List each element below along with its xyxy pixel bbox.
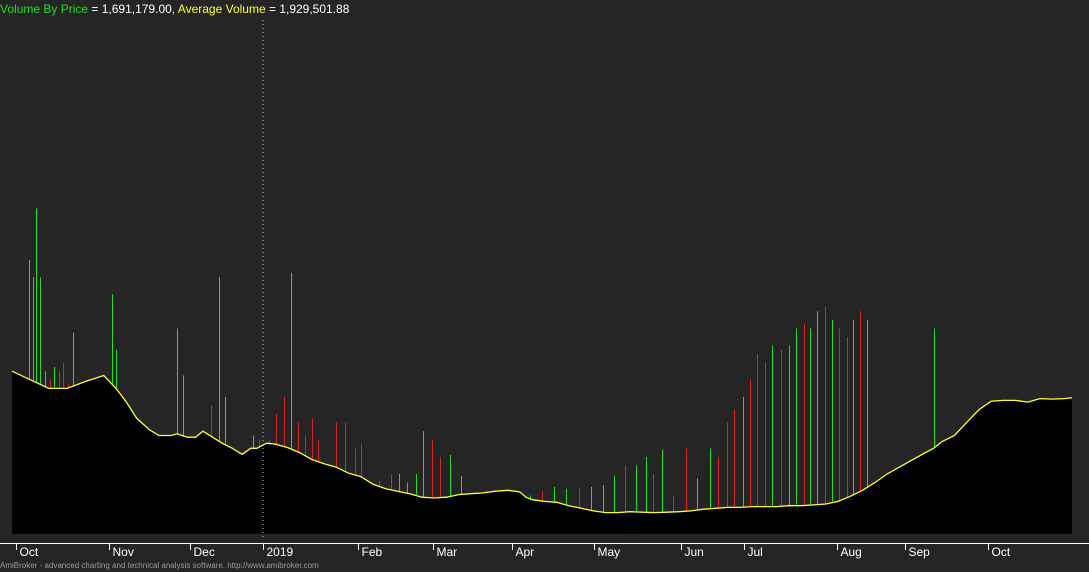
x-tick-label: 2019 bbox=[267, 545, 294, 559]
x-tick-label: Aug bbox=[841, 545, 862, 559]
x-tick-label: Mar bbox=[437, 545, 458, 559]
avg-legend-label: Average Volume bbox=[177, 2, 266, 16]
indicator-legend: Volume By Price = 1,691,179.00, Average … bbox=[0, 2, 349, 16]
x-tick-label: Nov bbox=[113, 545, 134, 559]
x-tick-label: Oct bbox=[20, 545, 39, 559]
x-tick-label: Jun bbox=[685, 545, 704, 559]
avg-legend-value: = 1,929,501.88 bbox=[265, 2, 350, 16]
footer-credit: AmiBroker - advanced charting and techni… bbox=[0, 561, 319, 570]
vbp-legend-label: Volume By Price bbox=[0, 2, 89, 16]
x-tick-label: May bbox=[598, 545, 621, 559]
volume-chart: Oct Nov Dec 2019 Feb Mar Apr May Jun Jul Aug Sep Oct bbox=[0, 20, 1089, 559]
x-tick-label: Apr bbox=[516, 545, 535, 559]
average-volume-area bbox=[12, 371, 1072, 534]
x-tick-label: Oct bbox=[992, 545, 1011, 559]
x-tick-label: Dec bbox=[194, 545, 215, 559]
x-tick-label: Jul bbox=[748, 545, 763, 559]
x-tick-label: Feb bbox=[362, 545, 383, 559]
x-tick-label: Sep bbox=[909, 545, 931, 559]
vbp-legend-value: = 1,691,179.00, bbox=[88, 2, 178, 16]
x-axis-ticks: Oct Nov Dec 2019 Feb Mar Apr May Jun Jul Aug Sep Oct bbox=[16, 543, 1011, 559]
